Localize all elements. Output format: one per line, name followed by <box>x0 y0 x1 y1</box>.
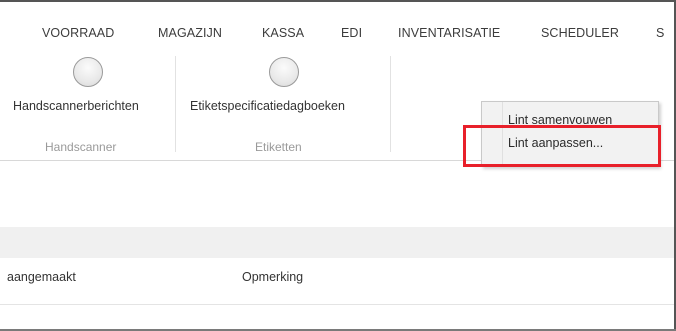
ribbon-group-divider <box>175 56 176 152</box>
content-area <box>0 161 674 227</box>
column-header-opmerking[interactable]: Opmerking <box>242 270 303 284</box>
tab-scheduler[interactable]: SCHEDULER <box>541 26 619 40</box>
tab-kassa[interactable]: KASSA <box>262 26 304 40</box>
tab-overflow[interactable]: S <box>656 26 664 40</box>
ribbon-tab-bar: VOORRAAD MAGAZIJN KASSA EDI INVENTARISAT… <box>0 2 674 50</box>
tab-inventarisatie[interactable]: INVENTARISATIE <box>398 26 500 40</box>
column-header-aangemaakt[interactable]: aangemaakt <box>7 270 76 284</box>
ribbon-group-label-handscanner: Handscanner <box>45 140 117 154</box>
table-header-row: aangemaakt Opmerking <box>0 258 674 305</box>
circle-button-icon <box>73 57 103 87</box>
tab-edi[interactable]: EDI <box>341 26 362 40</box>
ribbon-button-label: Handscannerberichten <box>13 99 139 113</box>
highlight-box <box>463 125 661 167</box>
ribbon-group-label-etiketten: Etiketten <box>255 140 302 154</box>
tab-magazijn[interactable]: MAGAZIJN <box>158 26 222 40</box>
ribbon-group-divider <box>390 56 391 152</box>
ribbon-button-label: Etiketspecificatiedagboeken <box>190 99 345 113</box>
circle-button-icon <box>269 57 299 87</box>
tab-voorraad[interactable]: VOORRAAD <box>42 26 114 40</box>
grid-toolbar <box>0 227 674 258</box>
